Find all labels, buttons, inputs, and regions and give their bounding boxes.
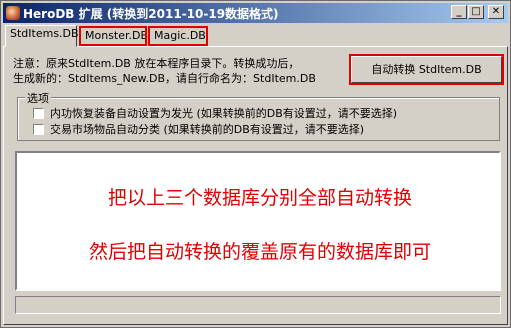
glow-equipment-label: 内功恢复装备自动设置为发光 (如果转换前的DB有设置过，请不要选择) (50, 107, 398, 120)
market-categorize-label: 交易市场物品自动分类 (如果转换前的DB有设置过，请不要选择) (50, 123, 365, 136)
market-categorize-checkbox[interactable] (33, 124, 44, 135)
close-button[interactable]: ✕ (488, 5, 504, 19)
app-icon (6, 6, 20, 20)
option-glow-equipment[interactable]: 内功恢复装备自动设置为发光 (如果转换前的DB有设置过，请不要选择) (33, 107, 397, 120)
tab-bar: StdItems.DB Monster.DB Magic.DB (3, 25, 508, 47)
note-line-2: 生成新的：StdItems_New.DB，请自行命名为：StdItem.DB (13, 72, 316, 85)
tab-monster[interactable]: Monster.DB (79, 26, 148, 46)
app-window: HeroDB 扩展 (转换到2011-10-19数据格式) _ □ ✕ StdI… (0, 0, 511, 328)
status-bar (15, 296, 501, 314)
options-group-label: 选项 (25, 90, 51, 106)
tab-magic[interactable]: Magic.DB (148, 26, 208, 46)
note-text: 注意：原来StdItem.DB 放在本程序目录下。转换成功后， 生成新的：Std… (13, 56, 316, 86)
maximize-button[interactable]: □ (468, 5, 484, 19)
glow-equipment-checkbox[interactable] (33, 108, 44, 119)
title-bar[interactable]: HeroDB 扩展 (转换到2011-10-19数据格式) _ □ ✕ (3, 3, 508, 23)
log-textbox[interactable]: 把以上三个数据库分别全部自动转换 然后把自动转换的覆盖原有的数据库即可 (15, 151, 501, 291)
minimize-button[interactable]: _ (451, 5, 467, 19)
note-line-1: 注意：原来StdItem.DB 放在本程序目录下。转换成功后， (13, 57, 300, 70)
annotation-line-1: 把以上三个数据库分别全部自动转换 (107, 187, 412, 209)
option-market-categorize[interactable]: 交易市场物品自动分类 (如果转换前的DB有设置过，请不要选择) (33, 123, 364, 136)
tab-stditems[interactable]: StdItems.DB (5, 25, 79, 47)
window-title: HeroDB 扩展 (转换到2011-10-19数据格式) (23, 7, 279, 21)
annotation-line-2: 然后把自动转换的覆盖原有的数据库即可 (88, 241, 431, 263)
auto-convert-button[interactable]: 自动转换 StdItem.DB (349, 54, 504, 85)
